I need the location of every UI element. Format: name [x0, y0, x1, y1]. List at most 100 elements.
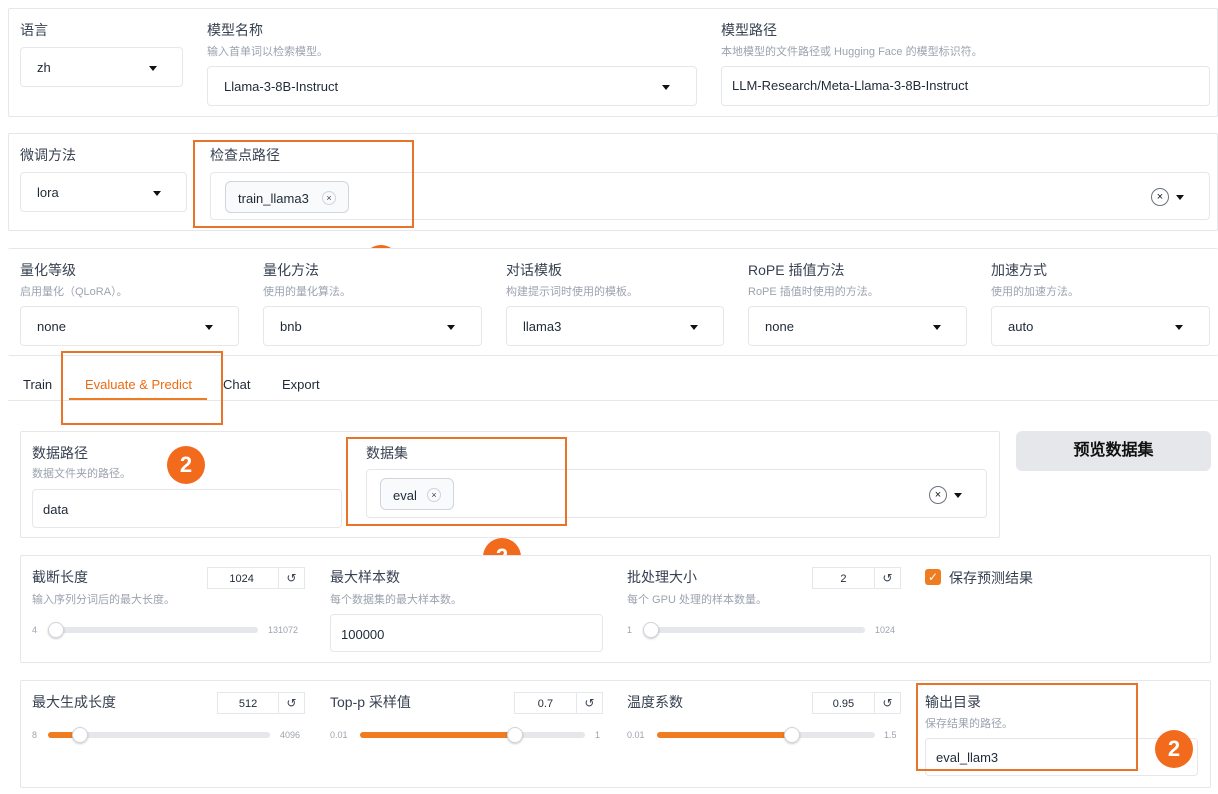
cutoff-slider-thumb[interactable]: [48, 622, 64, 638]
batch-slider-thumb[interactable]: [643, 622, 659, 638]
accel-select[interactable]: auto: [991, 306, 1210, 346]
clear-icon[interactable]: ×: [1151, 188, 1169, 206]
batch-number[interactable]: 2 ↺: [812, 567, 901, 589]
max-new-tokens-min: 8: [32, 730, 38, 740]
model-name-hint: 输入首单词以检索模型。: [207, 46, 328, 58]
tabs-divider: [8, 400, 1218, 401]
template-label: 对话模板: [506, 262, 562, 278]
rope-value: none: [765, 319, 794, 334]
rope-label: RoPE 插值方法: [748, 262, 845, 278]
preview-dataset-button[interactable]: 预览数据集: [1016, 431, 1211, 471]
clear-icon[interactable]: ×: [929, 486, 947, 504]
cutoff-max: 131072: [268, 625, 299, 635]
reset-icon[interactable]: ↺: [874, 568, 900, 588]
max-new-tokens-number[interactable]: 512 ↺: [217, 692, 305, 714]
chevron-down-icon: [153, 191, 161, 196]
quant-method-hint: 使用的量化算法。: [263, 286, 351, 298]
language-value: zh: [37, 60, 51, 75]
tab-export[interactable]: Export: [282, 377, 320, 392]
quant-level-select[interactable]: none: [20, 306, 239, 346]
tab-evaluate-predict[interactable]: Evaluate & Predict: [85, 377, 192, 392]
dataset-chip[interactable]: eval ×: [380, 478, 454, 510]
chevron-down-icon[interactable]: [954, 493, 962, 498]
max-samples-value: 100000: [341, 627, 385, 642]
max-new-tokens-slider-thumb[interactable]: [72, 727, 88, 743]
cutoff-value: 1024: [229, 573, 254, 585]
quant-method-select[interactable]: bnb: [263, 306, 482, 346]
template-hint: 构建提示词时使用的模板。: [506, 286, 638, 298]
temperature-slider-thumb[interactable]: [784, 727, 800, 743]
tab-chat[interactable]: Chat: [223, 377, 250, 392]
template-select[interactable]: llama3: [506, 306, 724, 346]
max-new-tokens-max: 4096: [280, 730, 301, 740]
finetune-select[interactable]: lora: [20, 172, 187, 212]
checkpoint-multiselect[interactable]: train_llama3 × ×: [210, 172, 1210, 220]
quant-level-label: 量化等级: [20, 262, 76, 278]
chevron-down-icon: [662, 85, 670, 90]
finetune-label: 微调方法: [20, 147, 76, 163]
output-dir-value: eval_llam3: [936, 750, 999, 765]
reset-icon[interactable]: ↺: [874, 693, 900, 713]
language-label: 语言: [20, 22, 48, 38]
quant-method-label: 量化方法: [263, 262, 319, 278]
accel-hint: 使用的加速方法。: [991, 286, 1079, 298]
max-new-tokens-value: 512: [238, 698, 258, 710]
chevron-down-icon: [205, 325, 213, 330]
reset-icon[interactable]: ↺: [278, 693, 304, 713]
batch-min: 1: [627, 625, 633, 635]
tab-train[interactable]: Train: [23, 377, 52, 392]
reset-icon[interactable]: ↺: [576, 693, 602, 713]
finetune-value: lora: [37, 185, 59, 200]
batch-value: 2: [840, 573, 847, 585]
batch-slider[interactable]: [643, 622, 865, 638]
model-path-label: 模型路径: [721, 22, 777, 38]
data-dir-hint: 数据文件夹的路径。: [32, 468, 131, 480]
chevron-down-icon[interactable]: [1176, 195, 1184, 200]
chevron-down-icon: [933, 325, 941, 330]
temperature-value: 0.95: [832, 698, 855, 710]
batch-max: 1024: [875, 625, 896, 635]
temperature-slider-fill: [657, 732, 793, 738]
save-predict-checkbox[interactable]: ✓: [925, 569, 941, 585]
template-value: llama3: [523, 319, 562, 334]
language-select[interactable]: zh: [20, 47, 183, 87]
rope-select[interactable]: none: [748, 306, 967, 346]
save-predict-label: 保存预测结果: [949, 570, 1033, 586]
top-p-slider[interactable]: [360, 727, 585, 743]
model-name-select[interactable]: Llama-3-8B-Instruct: [207, 66, 697, 106]
chevron-down-icon: [690, 325, 698, 330]
chevron-down-icon: [1175, 325, 1183, 330]
max-new-tokens-slider[interactable]: [48, 727, 270, 743]
step-badge-2c: 2: [1155, 730, 1193, 768]
top-p-min: 0.01: [330, 730, 348, 740]
top-p-slider-thumb[interactable]: [507, 727, 523, 743]
data-dir-input[interactable]: data: [32, 489, 342, 528]
dataset-multiselect[interactable]: eval × ×: [366, 469, 987, 518]
model-path-hint: 本地模型的文件路径或 Hugging Face 的模型标识符。: [721, 46, 983, 58]
max-new-tokens-label: 最大生成长度: [32, 694, 116, 710]
close-icon[interactable]: ×: [322, 191, 336, 205]
quant-method-value: bnb: [280, 319, 302, 334]
top-p-number[interactable]: 0.7 ↺: [514, 692, 603, 714]
reset-icon[interactable]: ↺: [278, 568, 304, 588]
temperature-slider[interactable]: [657, 727, 875, 743]
top-p-value: 0.7: [537, 698, 554, 710]
max-samples-input[interactable]: 100000: [330, 614, 603, 652]
output-dir-label: 输出目录: [925, 694, 981, 710]
cutoff-number[interactable]: 1024 ↺: [207, 567, 305, 589]
rope-hint: RoPE 插值时使用的方法。: [748, 286, 879, 298]
step-badge-2a: 2: [167, 446, 205, 484]
temperature-label: 温度系数: [627, 694, 683, 710]
close-icon[interactable]: ×: [427, 488, 441, 502]
checkpoint-chip[interactable]: train_llama3 ×: [225, 181, 349, 213]
cutoff-slider[interactable]: [48, 622, 258, 638]
data-dir-label: 数据路径: [32, 445, 88, 461]
temperature-number[interactable]: 0.95 ↺: [812, 692, 901, 714]
chevron-down-icon: [149, 66, 157, 71]
model-name-value: Llama-3-8B-Instruct: [224, 79, 339, 94]
quant-level-hint: 启用量化（QLoRA）。: [20, 286, 128, 298]
checkpoint-chip-label: train_llama3: [238, 191, 309, 206]
model-path-value: LLM-Research/Meta-Llama-3-8B-Instruct: [732, 78, 969, 93]
dataset-label: 数据集: [366, 445, 408, 461]
model-path-input[interactable]: LLM-Research/Meta-Llama-3-8B-Instruct: [721, 66, 1210, 106]
